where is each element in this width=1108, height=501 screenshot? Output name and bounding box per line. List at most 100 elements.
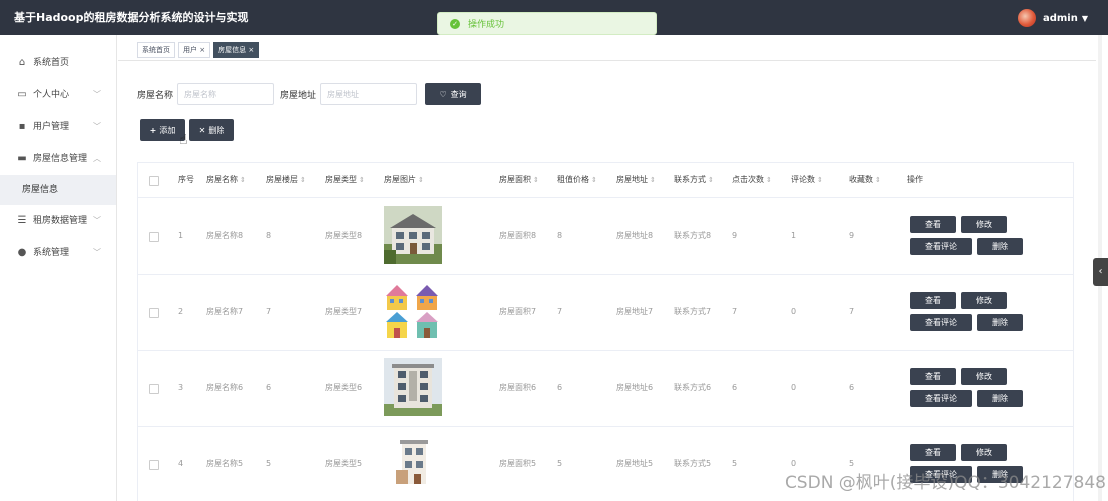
chevron-down-icon: ﹀ (93, 122, 101, 131)
house-address-label: 房屋地址 (280, 90, 317, 101)
col-favorites[interactable]: 收藏数 ⇕ (849, 163, 881, 197)
sidebar-menu: ⌂ 系统首页 ▭ 个人中心 ﹀ ▪ 用户管理 ﹀ ▬ 房屋信息管理 ︿ 房屋信息 ☰ 租房… (0, 35, 116, 269)
sidebar: ⌂ 系统首页 ▭ 个人中心 ﹀ ▪ 用户管理 ﹀ ▬ 房屋信息管理 ︿ 房屋信息 ☰ 租房… (0, 35, 117, 501)
col-address[interactable]: 房屋地址 ⇕ (616, 163, 656, 197)
row-checkbox[interactable] (149, 460, 159, 470)
house-image (384, 358, 442, 416)
view-comments-button[interactable]: 查看评论 (910, 314, 972, 331)
col-type[interactable]: 房屋类型 ⇕ (325, 163, 365, 197)
cell-comments: 1 (791, 231, 797, 240)
sort-icon[interactable]: ⇕ (591, 176, 597, 184)
home-icon: ⌂ (18, 57, 26, 68)
col-label: 点击次数 (732, 175, 764, 184)
edit-button[interactable]: 修改 (961, 292, 1007, 309)
view-button[interactable]: 查看 (910, 292, 956, 309)
sort-icon[interactable]: ⇕ (533, 176, 539, 184)
edit-button[interactable]: 修改 (961, 444, 1007, 461)
house-name-input[interactable] (177, 83, 275, 105)
cell-type: 房屋类型8 (325, 231, 363, 240)
sidebar-item-label: 系统管理 (33, 248, 70, 258)
user-menu[interactable]: admin ▼ (1017, 8, 1088, 28)
remove-button[interactable]: 删除 (977, 238, 1023, 255)
cell-address: 房屋地址6 (616, 383, 654, 392)
house-table: 序号 房屋名称 ⇕ 房屋楼层 ⇕ 房屋类型 ⇕ 房屋图片 ⇕ 房屋面积 ⇕ 租值价格 ⇕ 房… (137, 162, 1074, 501)
table-row: 2 房屋名称7 7 房屋类型7 房屋面积7 7 房屋地址7 联系方式7 7 0 … (138, 274, 1073, 351)
cell-floor: 6 (266, 383, 272, 392)
tab-home[interactable]: 系统首页 (137, 42, 175, 58)
cell-price: 6 (557, 383, 563, 392)
col-comments[interactable]: 评论数 ⇕ (791, 163, 823, 197)
sidebar-item-label: 用户管理 (33, 122, 70, 132)
pointer-cursor-icon: ☝ (179, 132, 188, 148)
cell-type: 房屋类型5 (325, 459, 363, 468)
view-button[interactable]: 查看 (910, 444, 956, 461)
edit-button[interactable]: 修改 (961, 368, 1007, 385)
sort-icon[interactable]: ⇕ (650, 176, 656, 184)
view-button[interactable]: 查看 (910, 216, 956, 233)
sidebar-item-label: 房屋信息管理 (33, 154, 88, 164)
row-checkbox[interactable] (149, 308, 159, 318)
cell-index: 4 (178, 459, 184, 468)
grid-icon: ▪ (18, 121, 26, 132)
col-area[interactable]: 房屋面积 ⇕ (499, 163, 539, 197)
row-checkbox[interactable] (149, 232, 159, 242)
house-address-input[interactable] (320, 83, 418, 105)
remove-button[interactable]: 删除 (977, 390, 1023, 407)
sidebar-item-home[interactable]: ⌂ 系统首页 (0, 47, 116, 79)
row-checkbox[interactable] (149, 384, 159, 394)
sidebar-item-profile[interactable]: ▭ 个人中心 ﹀ (0, 79, 116, 111)
tab-house-info[interactable]: 房屋信息 × (213, 42, 260, 58)
app-title: 基于Hadoop的租房数据分析系统的设计与实现 (14, 11, 249, 24)
tab-users[interactable]: 用户 × (178, 42, 211, 58)
delete-button[interactable]: ✕ 删除 (189, 119, 234, 141)
collapse-panel-button[interactable]: ‹ (1093, 258, 1108, 286)
select-all-checkbox[interactable] (149, 176, 159, 186)
remove-button[interactable]: 删除 (977, 314, 1023, 331)
monitor-icon: ▬ (17, 153, 27, 164)
sort-icon[interactable]: ⇕ (300, 176, 306, 184)
table-header: 序号 房屋名称 ⇕ 房屋楼层 ⇕ 房屋类型 ⇕ 房屋图片 ⇕ 房屋面积 ⇕ 租值价格 ⇕ 房… (138, 163, 1073, 198)
house-image (384, 282, 442, 340)
chevron-up-icon: ︿ (93, 154, 101, 163)
cell-name: 房屋名称7 (206, 307, 244, 316)
success-toast: ✓ 操作成功 (437, 12, 657, 35)
sort-icon[interactable]: ⇕ (708, 176, 714, 184)
sidebar-item-users[interactable]: ▪ 用户管理 ﹀ (0, 111, 116, 143)
view-comments-button[interactable]: 查看评论 (910, 238, 972, 255)
cell-favorites: 9 (849, 231, 855, 240)
col-floor[interactable]: 房屋楼层 ⇕ (266, 163, 306, 197)
caret-down-icon[interactable]: ▼ (1082, 14, 1088, 23)
sort-icon[interactable]: ⇕ (418, 176, 424, 184)
cell-comments: 0 (791, 383, 797, 392)
user-name[interactable]: admin (1043, 13, 1078, 24)
avatar[interactable] (1017, 9, 1036, 27)
edit-button[interactable]: 修改 (961, 216, 1007, 233)
col-price[interactable]: 租值价格 ⇕ (557, 163, 597, 197)
search-form: 房屋名称 房屋地址 ♡查询 (137, 83, 482, 105)
chevron-down-icon: ﹀ (93, 90, 101, 99)
col-image[interactable]: 房屋图片 ⇕ (384, 163, 424, 197)
cell-clicks: 6 (732, 383, 738, 392)
col-label: 房屋名称 (206, 175, 238, 184)
sort-icon[interactable]: ⇕ (240, 176, 246, 184)
view-button[interactable]: 查看 (910, 368, 956, 385)
sort-icon[interactable]: ⇕ (875, 176, 881, 184)
house-image (384, 434, 442, 492)
cell-contact: 联系方式6 (674, 383, 712, 392)
col-name[interactable]: 房屋名称 ⇕ (206, 163, 246, 197)
col-clicks[interactable]: 点击次数 ⇕ (732, 163, 772, 197)
delete-label: 删除 (208, 125, 225, 135)
sidebar-item-system[interactable]: ● 系统管理 ﹀ (0, 237, 116, 269)
col-label: 房屋类型 (325, 175, 357, 184)
sort-icon[interactable]: ⇕ (359, 176, 365, 184)
sort-icon[interactable]: ⇕ (766, 176, 772, 184)
sidebar-item-house-info[interactable]: ▬ 房屋信息管理 ︿ (0, 143, 116, 175)
sidebar-item-rental-data[interactable]: ☰ 租房数据管理 ﹀ (0, 205, 116, 237)
view-comments-button[interactable]: 查看评论 (910, 390, 972, 407)
col-label: 收藏数 (849, 175, 873, 184)
col-contact[interactable]: 联系方式 ⇕ (674, 163, 714, 197)
query-button[interactable]: ♡ 查询 (425, 83, 482, 105)
sidebar-subitem-house-info[interactable]: 房屋信息 (0, 175, 116, 205)
sort-icon[interactable]: ⇕ (817, 176, 823, 184)
toast-message: 操作成功 (468, 20, 505, 30)
